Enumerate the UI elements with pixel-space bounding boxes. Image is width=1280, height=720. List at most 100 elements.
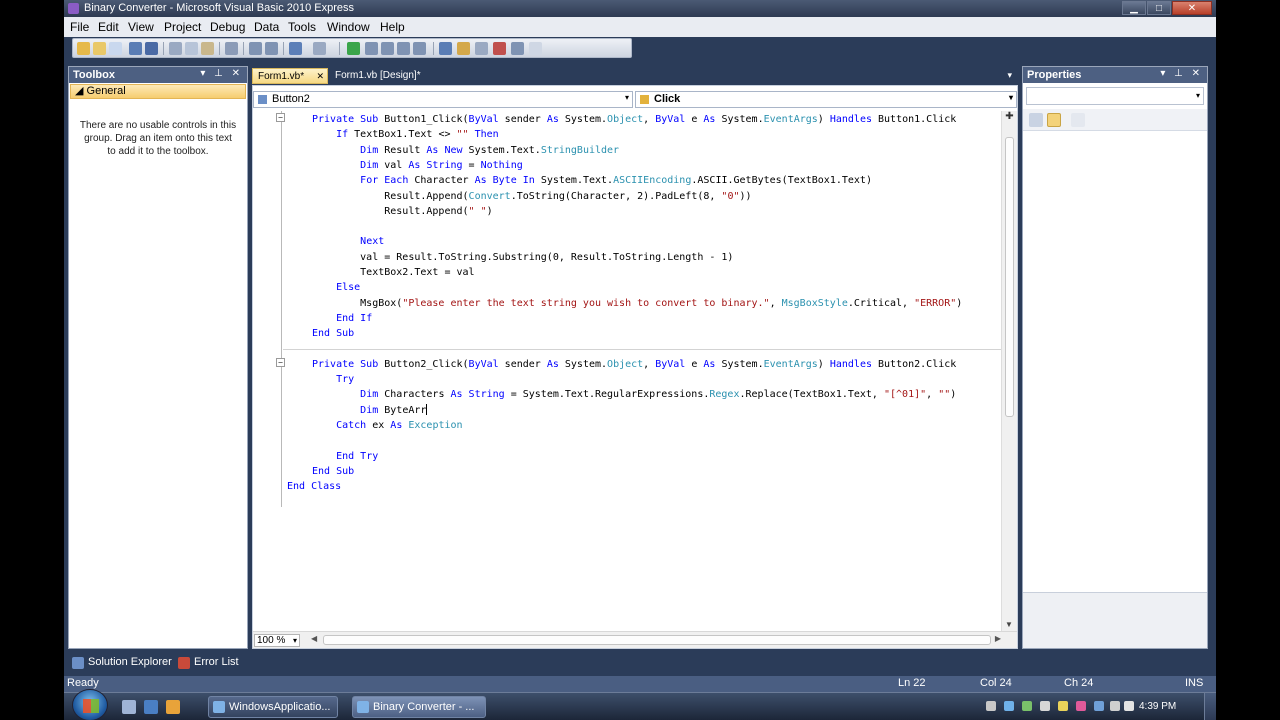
tab-form1-design[interactable]: Form1.vb [Design]* — [330, 68, 440, 84]
menu-edit[interactable]: Edit — [98, 20, 119, 34]
scroll-left-icon[interactable]: ◀ — [311, 634, 317, 643]
code-token: " " — [468, 205, 487, 217]
find-icon[interactable] — [225, 42, 238, 55]
object-selector[interactable]: ▾ — [1026, 87, 1204, 105]
tab-error-list[interactable]: Error List — [176, 655, 239, 671]
task-windows-application[interactable]: WindowsApplicatio... — [208, 696, 338, 718]
code-token: Next — [360, 236, 385, 248]
scroll-right-icon[interactable]: ▶ — [995, 634, 1001, 643]
outline-margin — [281, 111, 282, 507]
start-button[interactable] — [72, 689, 108, 720]
minimize-button[interactable]: ▁ — [1122, 1, 1146, 15]
properties-panel: Properties ▾ ⊥ ✕ ▾ — [1022, 66, 1208, 649]
code-token: "Please enter the text string you wish t… — [402, 297, 770, 309]
method-name-combo[interactable]: Click ▾ — [635, 91, 1017, 108]
tray-icon[interactable] — [1022, 701, 1032, 711]
property-pages-icon[interactable] — [1071, 113, 1085, 127]
tray-icon[interactable] — [1076, 701, 1086, 711]
panel-controls[interactable]: ▾ ⊥ ✕ — [200, 68, 243, 79]
zoom-combo[interactable]: 100 % ▾ — [254, 634, 300, 647]
save-all-icon[interactable] — [145, 42, 158, 55]
code-token: Handles — [829, 358, 872, 370]
menu-help[interactable]: Help — [380, 20, 405, 34]
menu-tools[interactable]: Tools — [288, 20, 316, 34]
code-token: Nothing — [480, 159, 523, 171]
code-line: MsgBox("Please enter the text string you… — [312, 297, 962, 311]
categorized-icon[interactable] — [1029, 113, 1043, 127]
step-over-icon[interactable] — [397, 42, 410, 55]
code-token: Object — [607, 114, 644, 125]
tray-icon[interactable] — [1004, 701, 1014, 711]
maximize-button[interactable]: □ — [1147, 1, 1171, 15]
scroll-down-icon[interactable]: ▼ — [1005, 620, 1013, 629]
code-token: EventArgs — [763, 358, 818, 370]
vertical-scrollbar[interactable]: ✚ ▼ — [1001, 111, 1017, 631]
network-icon[interactable] — [1110, 701, 1120, 711]
open-file-icon[interactable] — [93, 42, 106, 55]
show-desktop-icon[interactable] — [122, 700, 136, 714]
solution-explorer-icon[interactable] — [439, 42, 452, 55]
show-desktop-button[interactable] — [1204, 693, 1216, 720]
step-out-icon[interactable] — [413, 42, 426, 55]
stop-icon[interactable] — [365, 42, 378, 55]
collapse-icon[interactable]: − — [276, 358, 285, 367]
menu-project[interactable]: Project — [164, 20, 201, 34]
internet-explorer-icon[interactable] — [144, 700, 158, 714]
tray-icon[interactable] — [986, 701, 996, 711]
code-token: ) — [950, 389, 957, 401]
tray-icon[interactable] — [1040, 701, 1050, 711]
menu-window[interactable]: Window — [327, 20, 370, 34]
code-token: As String — [450, 389, 505, 401]
cut-icon[interactable] — [169, 42, 182, 55]
scroll-thumb[interactable] — [1005, 137, 1014, 417]
tab-form1-vb[interactable]: Form1.vb* ✕ — [252, 68, 328, 84]
redo-icon[interactable] — [313, 42, 326, 55]
panel-controls[interactable]: ▾ ⊥ ✕ — [1160, 68, 1203, 79]
code-line: Private Sub Button1_Click(ByVal sender A… — [312, 113, 956, 127]
paste-icon[interactable] — [201, 42, 214, 55]
menu-debug[interactable]: Debug — [210, 20, 245, 34]
code-token: , — [643, 358, 656, 370]
code-text-area[interactable]: − − Private Sub Button1_Click(ByVal send… — [253, 111, 1001, 631]
object-browser-icon[interactable] — [475, 42, 488, 55]
code-line: End Try — [312, 450, 378, 464]
volume-icon[interactable] — [1124, 701, 1134, 711]
add-item-icon[interactable] — [109, 42, 122, 55]
tab-solution-explorer[interactable]: Solution Explorer — [70, 655, 172, 671]
firefox-icon[interactable] — [166, 700, 180, 714]
class-name-combo[interactable]: Button2 ▾ — [253, 91, 633, 108]
close-button[interactable]: ✕ — [1172, 1, 1212, 15]
start-debugging-icon[interactable] — [347, 42, 360, 55]
collapse-icon[interactable]: − — [276, 113, 285, 122]
undo-icon[interactable] — [289, 42, 302, 55]
start-page-icon[interactable] — [511, 42, 524, 55]
code-token: MsgBoxStyle — [781, 297, 848, 309]
step-into-icon[interactable] — [381, 42, 394, 55]
toolbox-icon[interactable] — [493, 42, 506, 55]
menu-data[interactable]: Data — [254, 20, 279, 34]
menu-file[interactable]: File — [70, 20, 89, 34]
save-icon[interactable] — [129, 42, 142, 55]
comment-icon[interactable] — [249, 42, 262, 55]
splitter-icon[interactable]: ✚ — [1004, 111, 1015, 123]
tray-icon[interactable] — [1094, 701, 1104, 711]
close-tab-icon[interactable]: ✕ — [316, 71, 324, 82]
horizontal-scroll-thumb[interactable] — [323, 635, 991, 645]
clock[interactable]: 4:39 PM — [1139, 701, 1176, 712]
code-line: Try — [312, 373, 354, 387]
tab-list-chevron-icon[interactable]: ▾ — [1007, 70, 1012, 81]
code-line: Catch ex As Exception — [312, 419, 462, 433]
toolbox-group-general[interactable]: ◢ General — [70, 84, 246, 99]
tray-icon[interactable] — [1058, 701, 1068, 711]
alphabetical-icon[interactable] — [1047, 113, 1061, 127]
extension-manager-icon[interactable] — [529, 42, 542, 55]
windows-logo-icon — [83, 699, 99, 713]
uncomment-icon[interactable] — [265, 42, 278, 55]
copy-icon[interactable] — [185, 42, 198, 55]
new-project-icon[interactable] — [77, 42, 90, 55]
properties-window-icon[interactable] — [457, 42, 470, 55]
menu-view[interactable]: View — [128, 20, 154, 34]
task-binary-converter[interactable]: Binary Converter - ... — [352, 696, 486, 718]
